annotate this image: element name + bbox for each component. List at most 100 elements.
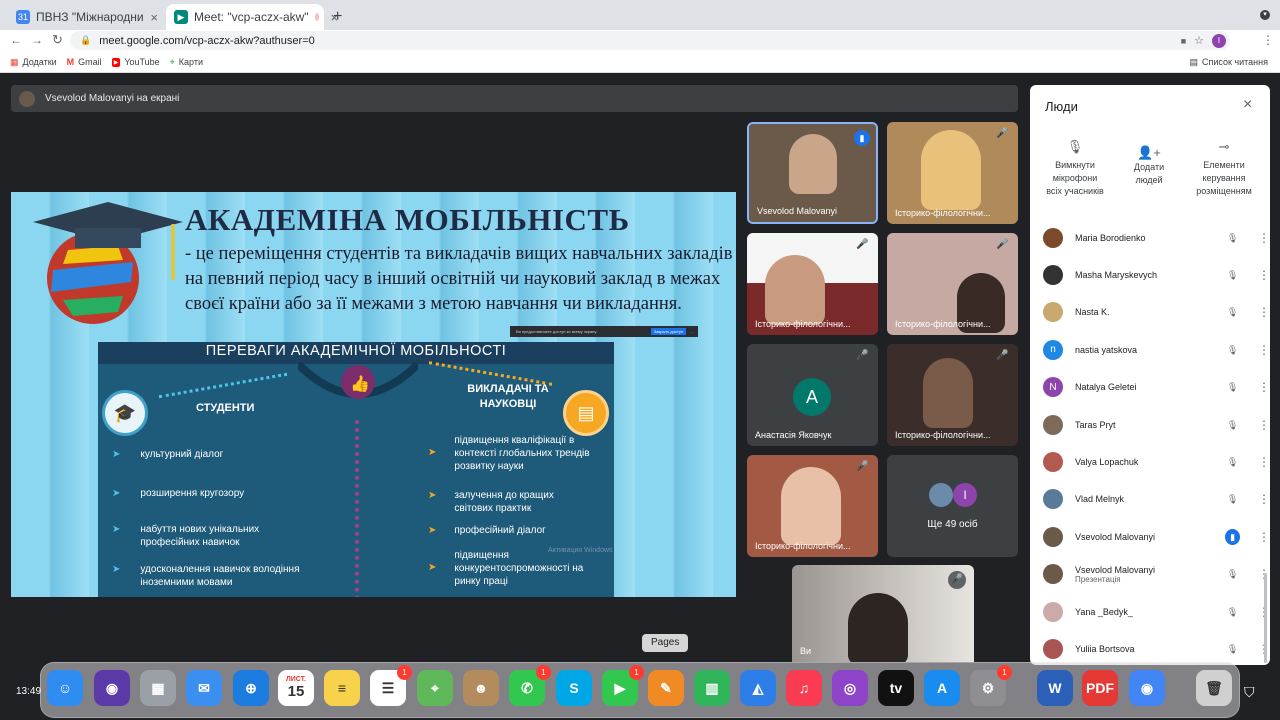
finder-icon[interactable]: ☺ xyxy=(47,670,83,706)
participant-row[interactable]: Valya Lopachuk 🎙 ⋮ xyxy=(1030,443,1270,480)
tab-meet[interactable]: ▶ Meet: "vcp-aczx-akw" × xyxy=(166,4,338,30)
calendar-icon[interactable]: ЛИСТ. 15 xyxy=(278,670,314,706)
arc-decoration: 👍 xyxy=(298,362,418,399)
menu-icon[interactable]: ⋮ xyxy=(1262,33,1274,47)
arrow-icon: ➤ xyxy=(428,447,437,458)
teacher-item-text: підвищення конкурентоспроможності на рин… xyxy=(454,550,584,587)
numbers-icon[interactable]: ▥ xyxy=(694,670,730,706)
participant-tile[interactable]: A 🎤 Анастасія Яковчук xyxy=(747,344,878,446)
scrollbar[interactable] xyxy=(1264,573,1267,663)
reminders-icon[interactable]: ☰ 1 xyxy=(370,665,412,706)
participant-tile[interactable]: 🎤 Історико-філологічни... xyxy=(887,122,1018,224)
trash-icon[interactable]: 🗑 xyxy=(1196,670,1232,706)
skype-icon[interactable]: S xyxy=(556,670,592,706)
reload-icon[interactable]: ↻ xyxy=(52,32,63,48)
more-icon[interactable]: … xyxy=(690,329,694,334)
music-icon[interactable]: ♫ xyxy=(786,670,822,706)
bookmark-star-icon[interactable]: ☆ xyxy=(1194,34,1204,47)
dock-glyph: W xyxy=(1048,680,1062,696)
participant-tile[interactable]: 🎤 Історико-філологічни... xyxy=(887,233,1018,335)
participant-row[interactable]: Maria Borodienko 🎙 ⋮ xyxy=(1030,219,1270,256)
more-options-icon[interactable]: ⋮ xyxy=(1258,455,1270,469)
presenter-banner: Vsevolod Malovanyi на екрані xyxy=(11,85,1018,112)
mute-all-button[interactable]: 🎙 Вимкнути мікрофони всіх учасників xyxy=(1044,139,1106,198)
graduation-cap-icon: 🎓 xyxy=(102,390,148,436)
more-options-icon[interactable]: ⋮ xyxy=(1258,380,1270,394)
more-options-icon[interactable]: ⋮ xyxy=(1258,305,1270,319)
close-icon[interactable]: × xyxy=(1243,96,1252,114)
meet-icon: ▶ xyxy=(174,10,188,24)
avatar xyxy=(1043,564,1063,585)
host-controls-button[interactable]: ⊸ Елементи керування розміщенням xyxy=(1190,139,1258,198)
dock-glyph: tv xyxy=(889,680,903,696)
new-tab-button[interactable]: + xyxy=(333,8,342,26)
notes-icon[interactable]: ≡ xyxy=(324,670,360,706)
participant-row[interactable]: Yana _Bedyk_🎙⋮ xyxy=(1030,593,1270,630)
participant-tile[interactable]: 🎤 Історико-філологічни... xyxy=(747,455,878,557)
stop-sharing-button[interactable]: Закрыть доступ xyxy=(650,328,686,335)
safari-icon[interactable]: ⊕ xyxy=(233,670,269,706)
more-options-icon[interactable]: ⋮ xyxy=(1258,492,1270,506)
shield-icon: ⛉ xyxy=(1244,684,1255,700)
launchpad-icon[interactable]: ▦ xyxy=(140,670,176,706)
participant-row[interactable]: Vlad Melnyk 🎙 ⋮ xyxy=(1030,481,1270,518)
close-tab-icon[interactable]: × xyxy=(150,10,158,25)
student-item-text: набуття нових унікальних професійних нав… xyxy=(140,524,260,548)
teacher-item: ➤ залучення до кращих світових практик xyxy=(428,489,618,515)
shared-presentation: АКАДЕМІНА МОБІЛЬНІСТЬ - це переміщення с… xyxy=(11,192,736,597)
teacher-item: ➤ підвищення кваліфікації в контексті гло… xyxy=(428,434,618,473)
mail-icon[interactable]: ✉ xyxy=(186,670,222,706)
participant-row[interactable]: Vsevolod MalovanyiПрезентація🎙⋮ xyxy=(1030,556,1270,593)
self-view-tile[interactable]: 🎤 Ви xyxy=(792,565,974,662)
back-icon[interactable]: ← xyxy=(10,33,22,47)
tab-college[interactable]: 31 ПВНЗ "Міжнародний економ × xyxy=(8,4,166,30)
tv-icon[interactable]: tv xyxy=(878,670,914,706)
pages-icon[interactable]: ✎ xyxy=(648,670,684,706)
tab-search-icon[interactable]: ▾ xyxy=(1260,10,1270,20)
app-store-icon[interactable]: A xyxy=(924,670,960,706)
participant-info: Vsevolod Malovanyi xyxy=(1075,532,1185,542)
bookmark-apps[interactable]: ▦ Додатки xyxy=(10,57,57,68)
participant-row[interactable]: Masha Maryskevych 🎙 ⋮ xyxy=(1030,256,1270,293)
participant-row[interactable]: N Natalya Geletei 🎙 ⋮ xyxy=(1030,369,1270,406)
avatar xyxy=(1043,526,1063,547)
chrome-icon[interactable]: ◉ xyxy=(1129,670,1165,706)
participant-name: Vsevolod Malovanyi xyxy=(1075,531,1156,542)
more-options-icon[interactable]: ⋮ xyxy=(1258,418,1270,432)
word-icon[interactable]: W xyxy=(1037,670,1073,706)
more-options-icon[interactable]: ⋮ xyxy=(1258,268,1270,282)
contacts-icon[interactable]: ☻ xyxy=(463,670,499,706)
more-options-icon[interactable]: ⋮ xyxy=(1258,231,1270,245)
participant-tile[interactable]: 🎤 Історико-філологічни... xyxy=(747,233,878,335)
siri-icon[interactable]: ◉ xyxy=(94,670,130,706)
address-bar[interactable]: 🔒 meet.google.com/vcp-aczx-akw?authuser=… xyxy=(70,31,1230,50)
profile-avatar[interactable]: I xyxy=(1212,33,1226,48)
camera-icon[interactable]: ■ xyxy=(1181,36,1186,46)
participant-row[interactable]: Nasta K. 🎙 ⋮ xyxy=(1030,294,1270,331)
maps-icon[interactable]: ⌖ xyxy=(417,670,453,706)
dock-glyph: ◉ xyxy=(1140,679,1154,696)
more-participants-tile[interactable]: I Ще 49 осіб xyxy=(887,455,1018,557)
more-options-icon[interactable]: ⋮ xyxy=(1258,530,1270,544)
pdf-icon[interactable]: PDF xyxy=(1082,670,1118,706)
reading-list-button[interactable]: ▤ Список читання xyxy=(1189,57,1268,68)
dotted-line-left xyxy=(158,372,288,399)
participant-info: Vsevolod Malovanyi Презентація xyxy=(1075,565,1185,584)
participant-tile[interactable]: 🎤 Історико-філологічни... xyxy=(887,344,1018,446)
add-people-button[interactable]: 👤+ Додати людей xyxy=(1126,145,1172,187)
messages-icon[interactable]: ✆ 1 xyxy=(509,665,551,706)
keynote-icon[interactable]: ◭ xyxy=(740,670,776,706)
more-options-icon[interactable]: ⋮ xyxy=(1258,343,1270,357)
forward-icon[interactable]: → xyxy=(31,33,43,47)
system-preferences-icon[interactable]: ⚙ 1 xyxy=(970,665,1012,706)
recording-icon xyxy=(314,13,319,21)
podcasts-icon[interactable]: ◎ xyxy=(832,670,868,706)
bookmark-youtube[interactable]: ▶ YouTube xyxy=(111,57,160,67)
participant-row[interactable]: n nastia yatskova 🎙 ⋮ xyxy=(1030,331,1270,368)
bookmark-gmail[interactable]: M Gmail xyxy=(67,57,102,67)
facetime-icon[interactable]: ▶ 1 xyxy=(602,665,644,706)
participant-row[interactable]: Vsevolod Malovanyi ▮ ⋮ xyxy=(1030,518,1270,555)
participant-row[interactable]: Taras Pryt 🎙 ⋮ xyxy=(1030,406,1270,443)
bookmark-maps[interactable]: ⌖ Карти xyxy=(170,57,203,68)
participant-tile[interactable]: ▮ Vsevolod Malovanyi xyxy=(747,122,878,224)
